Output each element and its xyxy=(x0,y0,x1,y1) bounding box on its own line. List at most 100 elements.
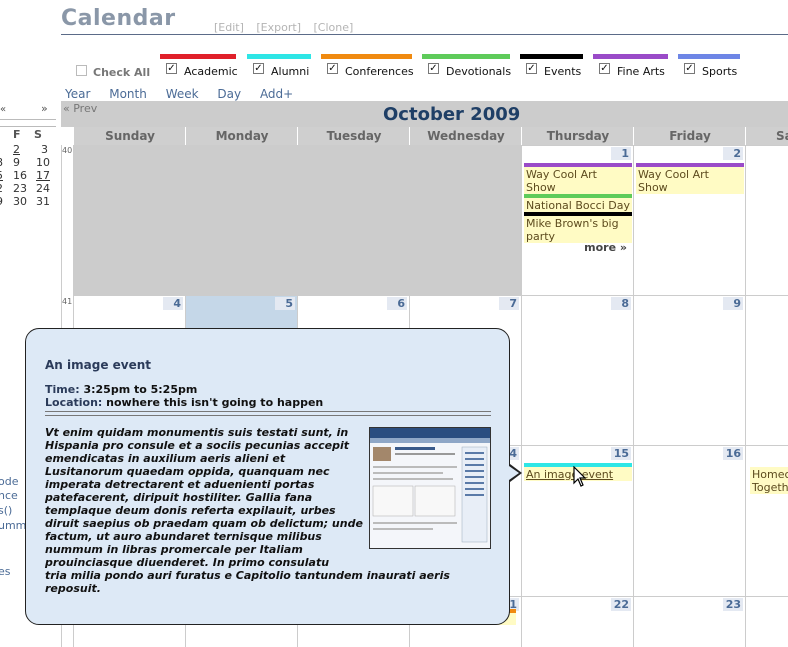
day-cell-oct-2[interactable]: 2 Way Cool Art Show xyxy=(633,145,745,295)
day-number[interactable]: 15 xyxy=(611,447,631,460)
mini-day[interactable]: 9 xyxy=(13,156,20,169)
popup-description: Vt enim quidam monumentis suis testati s… xyxy=(45,426,363,569)
popup-title: An image event xyxy=(45,358,152,372)
padding-days-september xyxy=(73,145,521,295)
event-mike-browns-big-party[interactable]: Mike Brown's big party xyxy=(524,212,632,243)
mini-day-partial[interactable]: 2 xyxy=(0,182,3,195)
day-header-thursday: Thursday xyxy=(521,127,634,145)
mini-day[interactable]: 16 xyxy=(13,169,27,182)
day-number[interactable]: 6 xyxy=(387,297,407,310)
mini-day-partial[interactable]: 5 xyxy=(0,169,3,182)
day-cell-oct-3[interactable] xyxy=(745,145,788,295)
check-all[interactable]: Check All xyxy=(61,54,151,84)
mini-day[interactable]: 23 xyxy=(13,182,27,195)
mini-prev-icon[interactable]: « xyxy=(0,104,6,115)
mini-day[interactable]: 10 xyxy=(36,156,50,169)
day-cell-oct-1[interactable]: 1 Way Cool Art Show National Bocci Day M… xyxy=(521,145,633,295)
edit-link[interactable]: [Edit] xyxy=(214,21,244,34)
day-number[interactable]: 1 xyxy=(611,147,631,160)
day-number[interactable]: 4 xyxy=(163,297,183,310)
category-checkbox[interactable]: ✓ xyxy=(166,63,177,74)
check-all-label: Check All xyxy=(93,66,151,79)
category-checkbox[interactable]: ✓ xyxy=(684,63,695,74)
day-number[interactable]: 2 xyxy=(723,147,743,160)
day-cell-oct-24[interactable] xyxy=(745,596,788,647)
category-checkbox[interactable]: ✓ xyxy=(599,63,610,74)
day-cell-oct-16[interactable]: 16 xyxy=(633,445,745,596)
mini-day[interactable]: 31 xyxy=(36,195,50,208)
day-number[interactable]: 22 xyxy=(611,598,631,611)
category-label: Alumni xyxy=(271,65,310,78)
event-homecoming[interactable]: Homec Togethe xyxy=(750,467,788,494)
day-number[interactable]: 8 xyxy=(611,297,631,310)
event-title: Mike Brown's big party xyxy=(526,217,619,243)
day-cell-oct-23[interactable]: 23 xyxy=(633,596,745,647)
mini-day-partial[interactable]: 9 xyxy=(0,195,3,208)
day-number[interactable]: 23 xyxy=(723,598,743,611)
view-month-link[interactable]: Month xyxy=(109,87,147,101)
day-number[interactable]: 5 xyxy=(275,297,295,310)
mini-day[interactable]: 24 xyxy=(36,182,50,195)
mini-divider xyxy=(0,119,56,120)
mini-day[interactable]: 2 xyxy=(13,143,20,156)
event-image-thumbnail[interactable] xyxy=(369,427,491,549)
day-number[interactable]: 7 xyxy=(499,297,519,310)
sidebar-link-partial[interactable]: ode xyxy=(0,475,18,488)
export-link[interactable]: [Export] xyxy=(256,21,301,34)
event-national-bocci-day[interactable]: National Bocci Day xyxy=(524,194,632,212)
sidebar-link-partial[interactable]: s() xyxy=(0,504,12,517)
day-cell-oct-17[interactable]: Homec Togethe xyxy=(745,445,788,596)
day-number[interactable]: 9 xyxy=(723,297,743,310)
day-cell-oct-10[interactable] xyxy=(745,295,788,445)
day-cell-oct-9[interactable]: 9 xyxy=(633,295,745,445)
category-checkbox[interactable]: ✓ xyxy=(253,63,264,74)
category-label: Events xyxy=(544,65,582,78)
page-title: Calendar xyxy=(61,6,176,31)
category-label: Fine Arts xyxy=(617,65,665,78)
mini-day[interactable]: 17 xyxy=(36,169,50,182)
category-academic[interactable]: ✓ Academic xyxy=(160,54,238,84)
event-way-cool-art-show[interactable]: Way Cool Art Show xyxy=(636,163,744,194)
mini-day-partial[interactable]: 8 xyxy=(0,156,3,169)
mini-next-icon[interactable]: » xyxy=(41,102,48,115)
category-events[interactable]: ✓ Events xyxy=(520,54,584,84)
day-cell-oct-22[interactable]: 22 xyxy=(521,596,633,647)
category-checkbox[interactable]: ✓ xyxy=(327,63,338,74)
category-color-bar xyxy=(422,54,510,59)
sidebar-link-partial[interactable]: es xyxy=(0,565,11,578)
category-sports[interactable]: ✓ Sports xyxy=(678,54,741,84)
category-alumni[interactable]: ✓ Alumni xyxy=(247,54,313,84)
add-event-link[interactable]: Add+ xyxy=(260,87,293,101)
category-devotionals[interactable]: ✓ Devotionals xyxy=(422,54,511,84)
popup-location-label: Location: xyxy=(45,396,103,409)
day-header-wednesday: Wednesday xyxy=(409,127,522,145)
view-day-link[interactable]: Day xyxy=(217,87,241,101)
title-divider xyxy=(61,34,788,35)
more-events-link[interactable]: more » xyxy=(584,241,627,254)
event-category-stripe xyxy=(636,163,744,167)
sidebar-link-partial[interactable]: nce xyxy=(0,489,18,502)
category-checkbox[interactable]: ✓ xyxy=(428,63,439,74)
day-cell-oct-8[interactable]: 8 xyxy=(521,295,633,445)
clone-link[interactable]: [Clone] xyxy=(313,21,353,34)
event-title: Way Cool Art Show xyxy=(638,168,709,194)
popup-divider xyxy=(45,411,491,416)
event-title: Way Cool Art Show xyxy=(526,168,597,194)
popup-time-value: 3:25pm to 5:25pm xyxy=(83,383,198,396)
prev-month-link[interactable]: « Prev xyxy=(63,102,97,115)
mini-day[interactable]: 30 xyxy=(13,195,27,208)
week-number: 40 xyxy=(62,146,73,155)
day-header-tuesday: Tuesday xyxy=(297,127,410,145)
event-category-stripe xyxy=(524,212,632,216)
event-way-cool-art-show[interactable]: Way Cool Art Show xyxy=(524,163,632,194)
view-week-link[interactable]: Week xyxy=(166,87,199,101)
mini-day[interactable]: 3 xyxy=(41,143,48,156)
category-fine-arts[interactable]: ✓ Fine Arts xyxy=(593,54,669,84)
category-checkbox[interactable]: ✓ xyxy=(526,63,537,74)
event-category-stripe xyxy=(524,163,632,167)
check-all-checkbox[interactable] xyxy=(76,65,87,76)
view-year-link[interactable]: Year xyxy=(65,87,90,101)
day-number[interactable]: 16 xyxy=(723,447,743,460)
popup-time-label: Time: xyxy=(45,383,80,396)
category-conferences[interactable]: ✓ Conferences xyxy=(321,54,414,84)
